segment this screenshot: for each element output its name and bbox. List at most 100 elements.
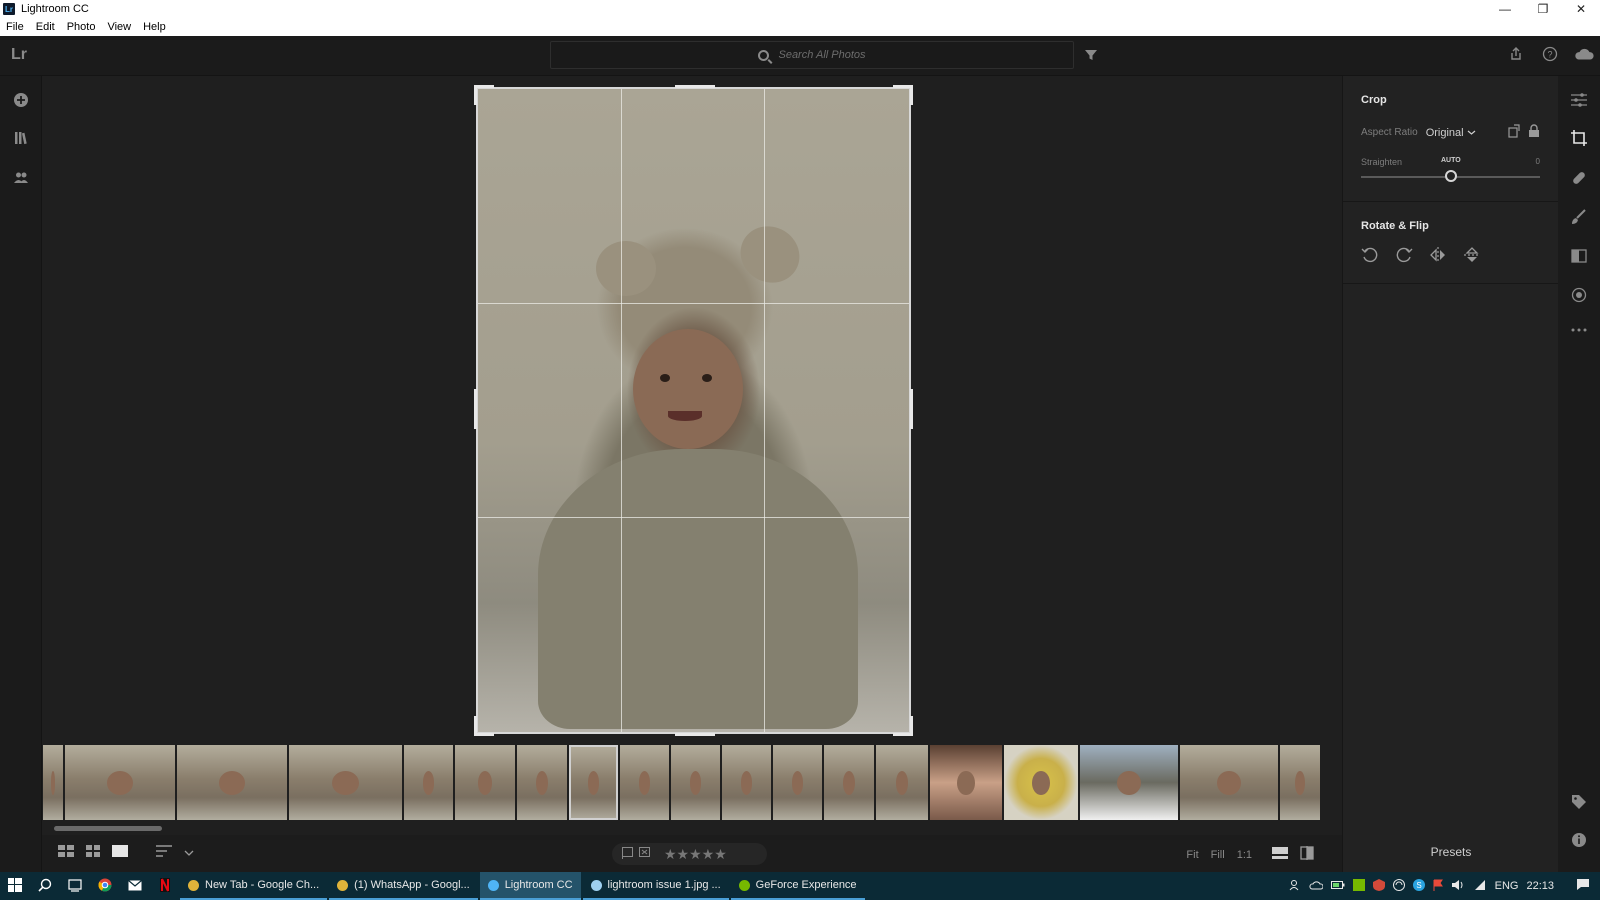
restore-button[interactable]: ❐ (1524, 0, 1562, 18)
windows-start-icon[interactable] (0, 877, 30, 895)
task-view-icon[interactable] (60, 878, 90, 895)
taskbar-app-2[interactable]: Lightroom CC (479, 872, 581, 900)
filmstrip-thumbnail[interactable] (404, 745, 453, 820)
filmstrip-thumbnail[interactable] (65, 745, 175, 820)
aspect-lock-icon[interactable] (1528, 124, 1540, 141)
nvidia-tray-icon[interactable] (1352, 878, 1365, 894)
filmstrip-thumbnail[interactable] (1280, 745, 1320, 820)
reject-flag-icon[interactable] (639, 846, 650, 862)
crop-handle-top-right-v[interactable] (910, 85, 913, 105)
flip-vertical-icon[interactable] (1463, 246, 1481, 269)
filmstrip-thumbnail[interactable] (569, 745, 618, 820)
sort-chevron-down-icon[interactable] (184, 846, 194, 860)
language-indicator[interactable]: ENG (1495, 880, 1519, 892)
volume-icon[interactable] (1451, 879, 1465, 894)
linear-gradient-icon[interactable] (1569, 246, 1589, 266)
minimize-button[interactable]: — (1486, 0, 1524, 18)
app-tray-icon-a[interactable] (1392, 878, 1405, 894)
taskbar-app-3[interactable]: lightroom issue 1.jpg ... (582, 872, 729, 900)
filmstrip-thumbnail[interactable] (517, 745, 567, 820)
pick-flag-icon[interactable] (622, 846, 633, 862)
mail-icon[interactable] (120, 879, 150, 894)
more-options-icon[interactable] (1569, 320, 1589, 340)
flag-tray-icon[interactable] (1433, 879, 1443, 894)
radial-gradient-icon[interactable] (1569, 285, 1589, 305)
onedrive-icon[interactable] (1309, 880, 1324, 893)
info-icon[interactable] (1569, 830, 1589, 850)
filter-icon[interactable] (1084, 48, 1098, 62)
filmstrip-thumbnail[interactable] (930, 745, 1002, 820)
straighten-slider[interactable]: Straighten AUTO 0 (1361, 157, 1540, 187)
crop-handle-bottom-right-v[interactable] (910, 716, 913, 736)
crop-handle-top-left[interactable] (474, 85, 494, 88)
keyword-tag-icon[interactable] (1569, 792, 1589, 812)
photo-grid-view-icon[interactable] (86, 845, 100, 860)
healing-brush-icon[interactable] (1569, 168, 1589, 188)
menu-edit[interactable]: Edit (30, 21, 61, 33)
crop-handle-bottom-right[interactable] (893, 733, 913, 736)
crop-handle-bottom[interactable] (675, 733, 715, 736)
library-icon[interactable] (11, 128, 31, 148)
filmstrip-scrollbar[interactable] (54, 826, 162, 831)
people-tray-icon[interactable] (1289, 879, 1301, 894)
crop-handle-top-left-v[interactable] (474, 85, 477, 105)
battery-icon[interactable] (1330, 880, 1345, 893)
filmstrip-toggle-icon[interactable] (1272, 847, 1288, 862)
taskbar-app-4[interactable]: GeForce Experience (730, 872, 865, 900)
filmstrip-thumbnail[interactable] (289, 745, 402, 820)
search-input[interactable]: Search All Photos (550, 41, 1074, 69)
chrome-pinned-icon[interactable] (90, 878, 120, 895)
notification-center-icon[interactable] (1576, 878, 1590, 894)
zoom-fit-button[interactable]: Fit (1186, 849, 1198, 861)
filmstrip-thumbnail[interactable] (43, 745, 63, 820)
zoom-fill-button[interactable]: Fill (1211, 849, 1225, 861)
taskbar-app-0[interactable]: New Tab - Google Ch... (180, 872, 328, 900)
wifi-icon[interactable] (1473, 879, 1487, 894)
filmstrip-thumbnail[interactable] (773, 745, 822, 820)
cloud-sync-icon[interactable] (1574, 44, 1594, 64)
compare-view-icon[interactable] (1300, 846, 1314, 863)
clock[interactable]: 22:13 (1526, 880, 1554, 892)
people-icon[interactable] (11, 168, 31, 188)
orientation-swap-icon[interactable] (1508, 124, 1520, 141)
straighten-knob[interactable] (1444, 170, 1457, 182)
filmstrip-thumbnail[interactable] (671, 745, 720, 820)
straighten-value[interactable]: 0 (1536, 157, 1540, 166)
taskbar-app-1[interactable]: (1) WhatsApp - Googl... (329, 872, 478, 900)
filmstrip-thumbnail[interactable] (1180, 745, 1278, 820)
filmstrip-thumbnail[interactable] (824, 745, 874, 820)
rotate-left-icon[interactable] (1361, 246, 1379, 269)
filmstrip-thumbnail[interactable] (722, 745, 771, 820)
aspect-ratio-select[interactable]: Original (1426, 127, 1476, 139)
crop-rotate-icon[interactable] (1569, 128, 1589, 148)
zoom-1to1-button[interactable]: 1:1 (1237, 849, 1252, 861)
menu-file[interactable]: File (0, 21, 30, 33)
help-icon[interactable]: ? (1540, 44, 1560, 64)
filmstrip-thumbnail[interactable] (1080, 745, 1178, 820)
star-rating[interactable]: ★★★★★ (664, 846, 727, 863)
crop-handle-bottom-left-v[interactable] (474, 716, 477, 736)
edit-sliders-icon[interactable] (1569, 90, 1589, 110)
crop-handle-left[interactable] (474, 389, 477, 429)
detail-view-icon[interactable] (112, 845, 128, 860)
brush-icon[interactable] (1569, 207, 1589, 227)
crop-handle-top[interactable] (675, 85, 715, 88)
netflix-icon[interactable] (150, 877, 180, 895)
menu-photo[interactable]: Photo (61, 21, 102, 33)
filmstrip-thumbnail[interactable] (620, 745, 669, 820)
flip-horizontal-icon[interactable] (1429, 246, 1447, 269)
share-icon[interactable] (1506, 44, 1526, 64)
filmstrip-thumbnail[interactable] (177, 745, 287, 820)
crop-handle-bottom-left[interactable] (474, 733, 494, 736)
app-tray-icon-b[interactable]: S (1412, 878, 1425, 894)
search-taskbar-icon[interactable] (30, 878, 60, 895)
rotate-right-icon[interactable] (1395, 246, 1413, 269)
filmstrip-thumbnail[interactable] (1004, 745, 1078, 820)
menu-help[interactable]: Help (137, 21, 172, 33)
close-button[interactable]: ✕ (1562, 0, 1600, 18)
filmstrip-thumbnail[interactable] (876, 745, 928, 820)
menu-view[interactable]: View (101, 21, 137, 33)
sort-icon[interactable] (156, 845, 172, 860)
crop-handle-top-right[interactable] (893, 85, 913, 88)
photo-preview[interactable] (478, 89, 909, 732)
